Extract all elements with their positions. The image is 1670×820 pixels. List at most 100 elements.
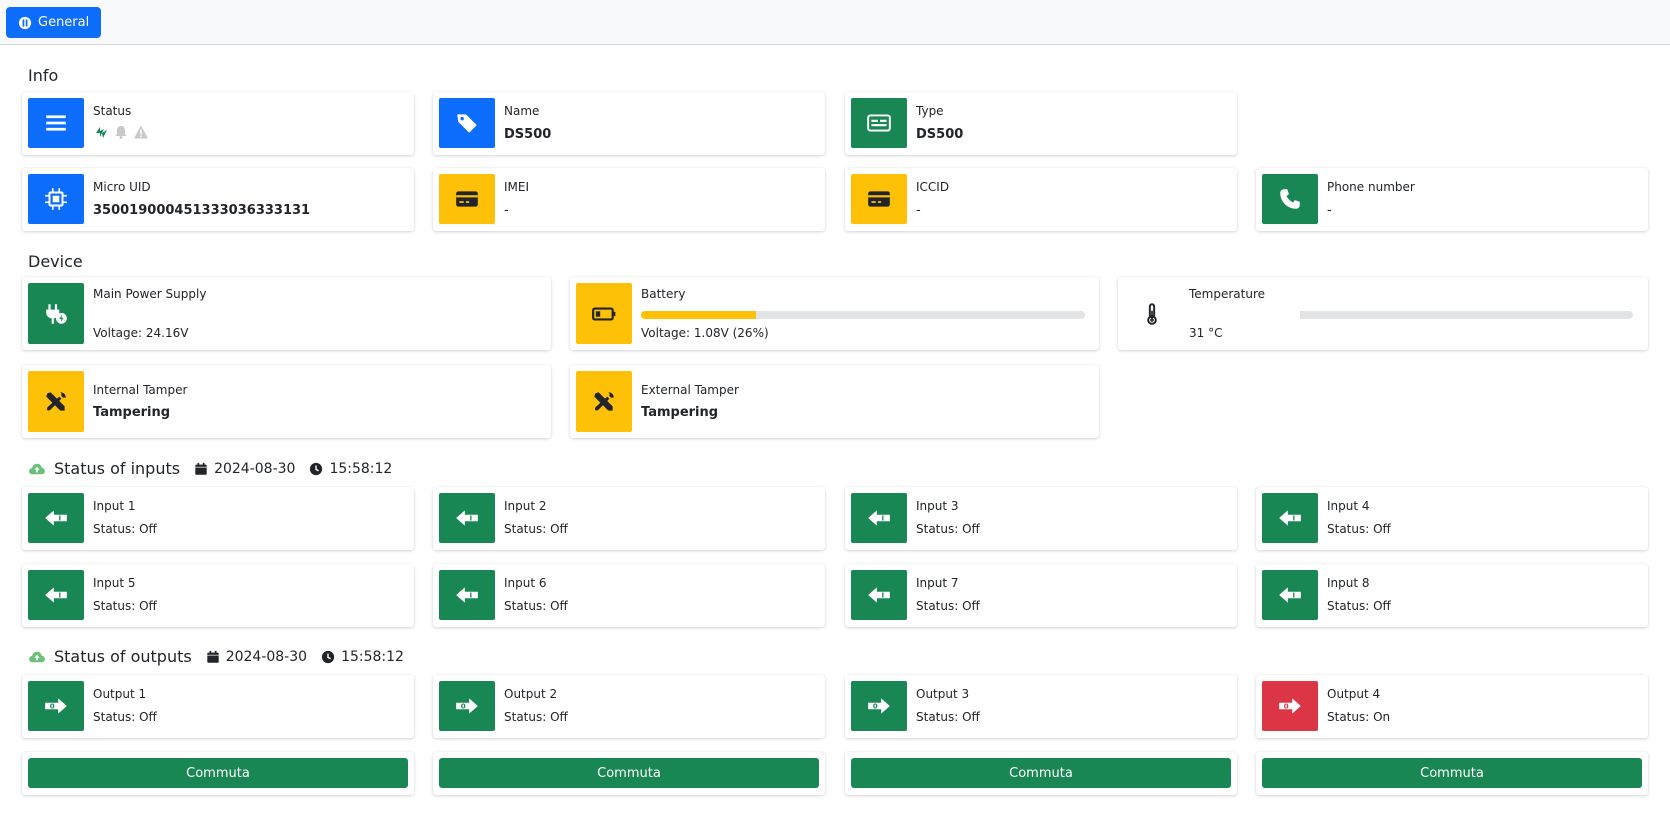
tab-general-label: General (38, 15, 90, 30)
name-label: Name (504, 104, 540, 118)
output-status: Status: Off (93, 710, 157, 724)
temperature-card: Temperature 31 °C (1118, 277, 1648, 350)
main-power-value: Voltage: 24.16V (93, 326, 189, 340)
section-title-inputs: Status of inputs 2024-08-30 15:58:12 (28, 459, 392, 478)
status-icons (93, 124, 149, 140)
input-arrow-icon: I (28, 493, 84, 543)
input-arrow-icon: I (28, 570, 84, 620)
outputs-date: 2024-08-30 (225, 648, 308, 665)
warning-icon (134, 125, 148, 139)
input-label: Input 5 (93, 576, 136, 590)
iccid-label: ICCID (916, 180, 950, 194)
commuta-button[interactable]: Commuta (28, 758, 408, 788)
inputs-time: 15:58:12 (329, 460, 393, 477)
input-status: Status: Off (504, 599, 568, 613)
output-status: Status: On (1327, 710, 1391, 724)
commuta-button[interactable]: Commuta (439, 758, 819, 788)
main-power-card: Main Power Supply Voltage: 24.16V (22, 277, 551, 350)
inputs-title: Status of inputs (54, 459, 181, 478)
type-card: Type DS500 (845, 92, 1237, 155)
list-icon (28, 98, 84, 148)
tab-general[interactable]: General (6, 7, 102, 38)
output-status: Status: Off (504, 710, 568, 724)
type-value: DS500 (916, 127, 964, 142)
svg-text:I: I (881, 590, 884, 599)
phone-card: Phone number - (1256, 168, 1648, 231)
internal-tamper-card: Internal Tamper Tampering (22, 365, 551, 438)
input-status: Status: Off (1327, 599, 1391, 613)
imei-value: - (504, 203, 509, 218)
svg-text:0: 0 (1284, 701, 1289, 710)
sim-card-icon (439, 174, 495, 224)
battery-label: Battery (641, 287, 686, 301)
input-card: I Input 1 Status: Off (22, 487, 414, 550)
iccid-card: ICCID - (845, 168, 1237, 231)
input-card: I Input 2 Status: Off (433, 487, 825, 550)
cloud-upload-icon (29, 463, 45, 474)
tools-icon (576, 371, 632, 432)
output-arrow-icon: 0 (28, 681, 84, 731)
input-status: Status: Off (504, 522, 568, 536)
name-card: Name DS500 (433, 92, 825, 155)
svg-text:I: I (881, 513, 884, 522)
svg-text:0: 0 (50, 701, 55, 710)
temperature-label: Temperature (1189, 287, 1266, 301)
cloud-upload-icon (29, 651, 45, 662)
output-action-card: Commuta (845, 752, 1237, 795)
external-tamper-card: External Tamper Tampering (570, 365, 1099, 438)
input-card: I Input 3 Status: Off (845, 487, 1237, 550)
commuta-button[interactable]: Commuta (1262, 758, 1642, 788)
output-action-card: Commuta (22, 752, 414, 795)
temperature-level-fill (1189, 311, 1300, 319)
output-label: Output 1 (93, 687, 147, 701)
plug-bolt-icon (28, 283, 84, 344)
input-label: Input 3 (916, 499, 959, 513)
imei-card: IMEI - (433, 168, 825, 231)
status-card: Status (22, 92, 414, 155)
output-card: 0 Output 1 Status: Off (22, 675, 414, 738)
battery-level-bar (641, 311, 1085, 319)
imei-label: IMEI (504, 180, 530, 194)
input-arrow-icon: I (439, 570, 495, 620)
outputs-title: Status of outputs (54, 647, 192, 666)
bell-icon (115, 126, 127, 139)
temperature-level-bar (1189, 311, 1633, 319)
svg-text:I: I (1292, 590, 1295, 599)
svg-text:0: 0 (461, 701, 466, 710)
input-card: I Input 6 Status: Off (433, 564, 825, 627)
main-power-label: Main Power Supply (93, 287, 207, 301)
output-arrow-icon: 0 (439, 681, 495, 731)
external-tamper-value: Tampering (641, 405, 719, 420)
phone-value: - (1327, 203, 1332, 218)
tag-icon (439, 98, 495, 148)
plug-charging-icon (96, 127, 107, 138)
output-label: Output 2 (504, 687, 558, 701)
output-card: 0 Output 2 Status: Off (433, 675, 825, 738)
section-title-info: Info (28, 66, 59, 85)
sim-card-icon (851, 174, 907, 224)
input-arrow-icon: I (439, 493, 495, 543)
calendar-icon (207, 650, 219, 663)
tools-icon (28, 371, 84, 432)
battery-card: Battery Voltage: 1.08V (26%) (570, 277, 1099, 350)
internal-tamper-label: Internal Tamper (93, 383, 188, 397)
battery-level-fill (641, 311, 757, 319)
svg-text:I: I (469, 513, 472, 522)
internal-tamper-value: Tampering (93, 405, 171, 420)
phone-label: Phone number (1327, 180, 1415, 194)
micro-uid-value: 35001900045133303633313​1 (93, 203, 311, 218)
info-circle-icon (18, 16, 32, 29)
commuta-button[interactable]: Commuta (851, 758, 1231, 788)
temperature-value: 31 °C (1189, 326, 1223, 340)
top-toolbar: General (0, 0, 1670, 45)
input-label: Input 7 (916, 576, 959, 590)
input-label: Input 2 (504, 499, 547, 513)
output-label: Output 3 (916, 687, 970, 701)
svg-text:I: I (58, 513, 61, 522)
input-label: Input 6 (504, 576, 547, 590)
svg-text:I: I (1292, 513, 1295, 522)
micro-uid-card: Micro UID 35001900045133303633313​1 (22, 168, 414, 231)
name-value: DS500 (504, 127, 552, 142)
clock-icon (321, 650, 335, 663)
svg-text:I: I (58, 590, 61, 599)
